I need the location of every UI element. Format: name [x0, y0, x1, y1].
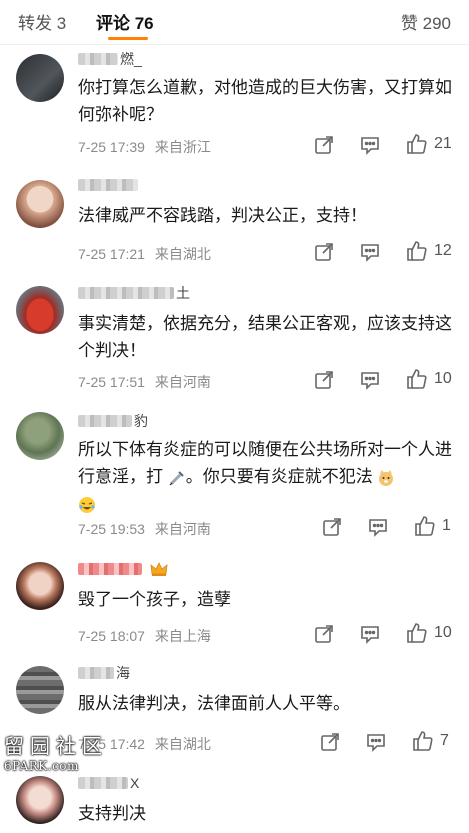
- comment-location: 来自河南: [154, 374, 211, 390]
- thumbs-up-icon: [407, 623, 427, 643]
- share-icon: [321, 733, 339, 751]
- comment-location: 来自上海: [154, 628, 211, 644]
- like-count: 1: [442, 517, 451, 534]
- thumbs-up-icon: [407, 241, 427, 261]
- share-icon: [315, 243, 333, 261]
- comment-tabs: 转发 3 评论 76 赞 290: [0, 0, 469, 45]
- comment-text-part: 。你只要有炎症就不犯法: [185, 467, 373, 486]
- like-button[interactable]: 10: [406, 622, 452, 644]
- site-watermark: 留园社区 6PARK.com: [4, 736, 108, 772]
- like-count: 7: [440, 732, 449, 749]
- comment-meta: 7-25 17:21 来自湖北: [78, 244, 211, 264]
- comment-icon: [367, 734, 385, 752]
- comment-item: 法律威严不容践踏，判决公正，支持！ 7-25 17:21 来自湖北 12: [0, 166, 469, 274]
- tab-repost[interactable]: 转发 3: [18, 9, 66, 34]
- crown-badge-icon: [150, 562, 168, 576]
- comment-location: 来自湖北: [154, 246, 211, 262]
- avatar[interactable]: [16, 776, 64, 824]
- comment-meta: 7-25 18:07 来自上海: [78, 626, 211, 646]
- share-button[interactable]: [314, 370, 334, 390]
- like-count: 10: [434, 624, 452, 641]
- comment-button[interactable]: [366, 732, 386, 752]
- avatar[interactable]: [16, 562, 64, 610]
- username[interactable]: 土: [78, 284, 190, 302]
- username[interactable]: [78, 176, 140, 194]
- avatar[interactable]: [16, 666, 64, 714]
- comment-item: 豹 所以下体有炎症的可以随便在公共场所对一个人进行意淫，打 。你只要有炎症就不犯…: [0, 398, 469, 546]
- comment-time: 7-25 17:21: [78, 246, 145, 262]
- avatar[interactable]: [16, 286, 64, 334]
- active-tab-indicator: [108, 37, 148, 40]
- like-count: 12: [434, 242, 452, 259]
- username[interactable]: 海: [78, 664, 130, 682]
- comment-button[interactable]: [360, 370, 380, 390]
- doge-emoji-icon: [379, 469, 394, 486]
- comment-time: 7-25 17:39: [78, 139, 145, 155]
- avatar[interactable]: [16, 412, 64, 460]
- comment-location: 来自河南: [154, 521, 211, 537]
- laughing-emoji-icon: [79, 496, 95, 513]
- comment-text: 支持判决: [78, 804, 146, 823]
- comment-time: 7-25 17:51: [78, 374, 145, 390]
- share-button[interactable]: [314, 135, 334, 155]
- tab-likes[interactable]: 赞 290: [401, 9, 451, 34]
- comment-text: 服从法律判决，法律面前人人平等。: [78, 694, 350, 713]
- thumbs-up-icon: [413, 731, 433, 751]
- comment-icon: [361, 137, 379, 155]
- share-icon: [315, 625, 333, 643]
- watermark-en: 6PARK.com: [4, 759, 79, 773]
- share-button[interactable]: [322, 517, 342, 537]
- comment-location: 来自湖北: [154, 736, 211, 752]
- comment-icon: [361, 372, 379, 390]
- username[interactable]: X: [78, 774, 139, 792]
- comment-button[interactable]: [368, 517, 388, 537]
- like-count: 21: [434, 135, 452, 152]
- syringe-emoji-icon: [169, 470, 184, 485]
- thumbs-up-icon: [407, 134, 427, 154]
- comment-text: 所以下体有炎症的可以随便在公共场所对一个人进行意淫，打 。你只要有炎症就不犯法: [78, 436, 453, 517]
- comment-item: 毁了一个孩子，造孽 7-25 18:07 来自上海 10: [0, 546, 469, 654]
- share-icon: [315, 136, 333, 154]
- like-button[interactable]: 1: [414, 515, 451, 537]
- share-button[interactable]: [314, 242, 334, 262]
- comment-text: 毁了一个孩子，造孽: [78, 590, 231, 609]
- like-button[interactable]: 10: [406, 368, 452, 390]
- avatar[interactable]: [16, 180, 64, 228]
- like-button[interactable]: 7: [412, 730, 449, 752]
- like-count: 10: [434, 370, 452, 387]
- comment-button[interactable]: [360, 624, 380, 644]
- comment-icon: [361, 626, 379, 644]
- tab-comments[interactable]: 评论 76: [96, 9, 154, 34]
- share-button[interactable]: [314, 624, 334, 644]
- share-icon: [315, 371, 333, 389]
- share-icon: [323, 518, 341, 536]
- thumbs-up-icon: [407, 369, 427, 389]
- comment-meta: 7-25 17:51 来自河南: [78, 372, 211, 392]
- comment-location: 来自浙江: [154, 139, 211, 155]
- comment-meta: 7-25 19:53 来自河南: [78, 519, 211, 539]
- comment-meta: 7-25 17:39 来自浙江: [78, 137, 211, 157]
- username[interactable]: 豹: [78, 412, 148, 430]
- comment-text: 事实清楚，依据充分，结果公正客观，应该支持这个判决！: [78, 314, 452, 360]
- like-button[interactable]: 21: [406, 133, 452, 155]
- share-button[interactable]: [320, 732, 340, 752]
- avatar[interactable]: [16, 54, 64, 102]
- watermark-cn: 留园社区: [4, 734, 108, 758]
- comment-text: 法律威严不容践踏，判决公正，支持！: [78, 206, 367, 225]
- thumbs-up-icon: [415, 516, 435, 536]
- username[interactable]: 燃_: [78, 50, 142, 68]
- comment-button[interactable]: [360, 135, 380, 155]
- like-button[interactable]: 12: [406, 240, 452, 262]
- comment-button[interactable]: [360, 242, 380, 262]
- comment-icon: [361, 244, 379, 262]
- comment-item: 土 事实清楚，依据充分，结果公正客观，应该支持这个判决！ 7-25 17:51 …: [0, 274, 469, 398]
- comment-time: 7-25 19:53: [78, 521, 145, 537]
- comment-time: 7-25 18:07: [78, 628, 145, 644]
- comment-item: 燃_ 你打算怎么道歉，对他造成的巨大伤害，又打算如何弥补呢？ 7-25 17:3…: [0, 44, 469, 166]
- comment-icon: [369, 519, 387, 537]
- username[interactable]: [78, 560, 168, 578]
- comment-text: 你打算怎么道歉，对他造成的巨大伤害，又打算如何弥补呢？: [78, 78, 452, 124]
